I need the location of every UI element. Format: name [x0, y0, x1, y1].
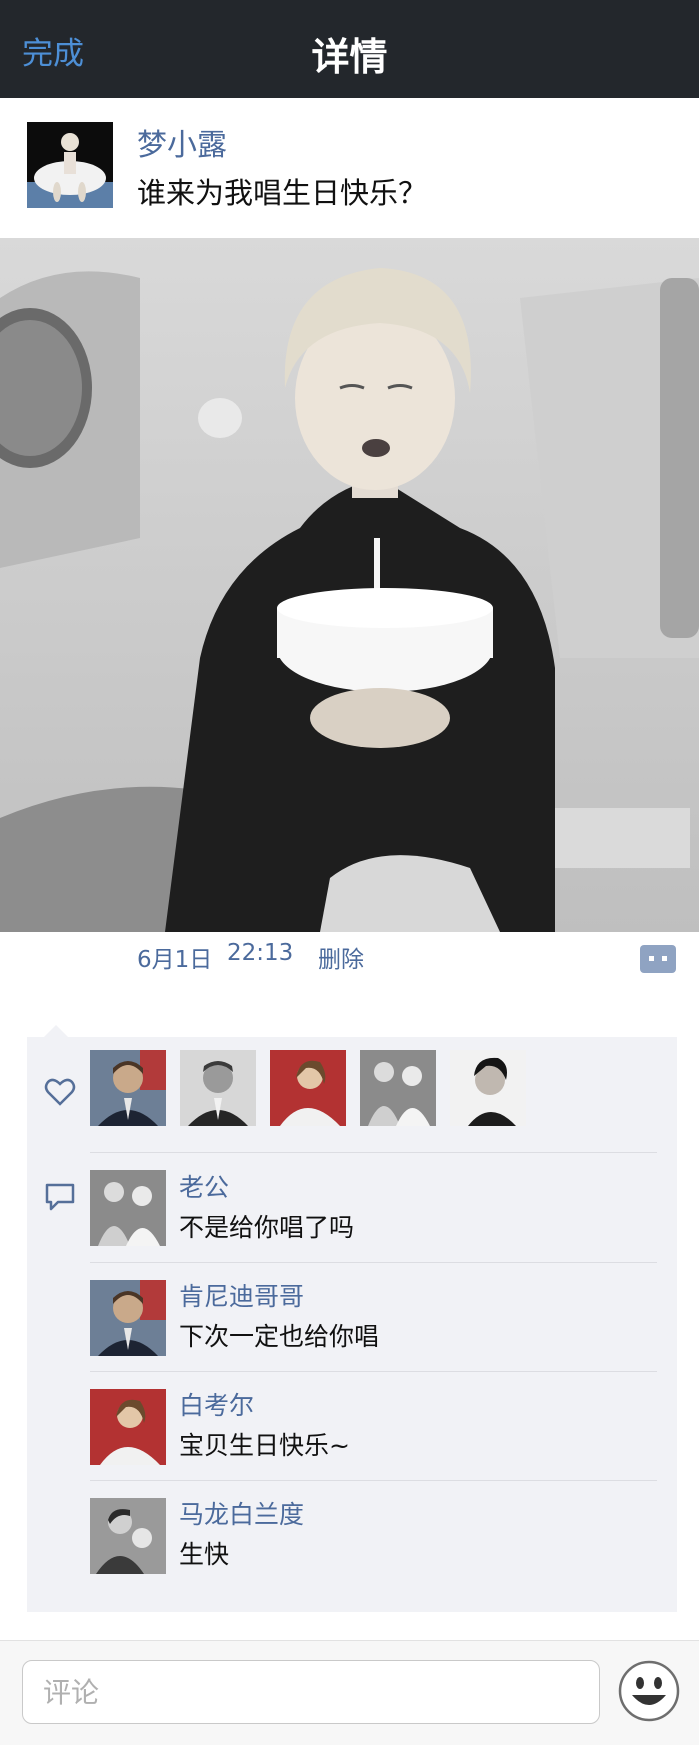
comment-author[interactable]: 老公	[179, 1168, 229, 1204]
emoji-icon[interactable]	[617, 1659, 681, 1723]
like-avatar-robert-portrait[interactable]	[180, 1050, 256, 1126]
post-text: 谁来为我唱生日快乐？	[137, 176, 428, 210]
comment-author[interactable]: 马龙白兰度	[179, 1495, 304, 1531]
comment-avatar-husband[interactable]	[90, 1170, 166, 1246]
page-title: 详情	[311, 35, 388, 79]
panel-arrow	[44, 1025, 68, 1037]
comment-text: 宝贝生日快乐~	[179, 1431, 350, 1460]
like-avatar-couple-portrait[interactable]	[360, 1050, 436, 1126]
comment-bubble-icon	[44, 1182, 76, 1212]
like-avatar-kennedy-portrait[interactable]	[90, 1050, 166, 1126]
comment-author[interactable]: 白考尔	[179, 1386, 254, 1422]
comment-avatar-bacall[interactable]	[90, 1389, 166, 1465]
post-photo[interactable]	[0, 238, 699, 932]
delete-button[interactable]: 删除	[318, 940, 364, 976]
author-name[interactable]: 梦小露	[137, 120, 227, 164]
comment-author[interactable]: 肯尼迪哥哥	[179, 1277, 304, 1313]
post-time: 22:13	[227, 940, 294, 966]
likes-divider	[90, 1152, 657, 1153]
comment-input[interactable]	[22, 1660, 600, 1724]
heart-icon	[44, 1077, 76, 1107]
author-avatar[interactable]	[27, 122, 113, 208]
comment-text: 不是给你唱了吗	[179, 1213, 355, 1242]
comment-divider	[90, 1262, 657, 1263]
like-avatar-elvis-portrait[interactable]	[450, 1050, 526, 1126]
like-avatar-bacall-portrait[interactable]	[270, 1050, 346, 1126]
comment-divider	[90, 1371, 657, 1372]
comment-text: 生快	[179, 1540, 230, 1569]
comment-action-icon[interactable]	[640, 945, 676, 973]
comment-text: 下次一定也给你唱	[179, 1322, 380, 1351]
navigation-bar: 完成 详情	[0, 0, 699, 98]
post-date: 6月1日	[137, 947, 213, 973]
comment-avatar-brando[interactable]	[90, 1498, 166, 1574]
comment-avatar-kennedy[interactable]	[90, 1280, 166, 1356]
comment-divider	[90, 1480, 657, 1481]
post-header: 梦小露 谁来为我唱生日快乐？	[0, 98, 699, 238]
